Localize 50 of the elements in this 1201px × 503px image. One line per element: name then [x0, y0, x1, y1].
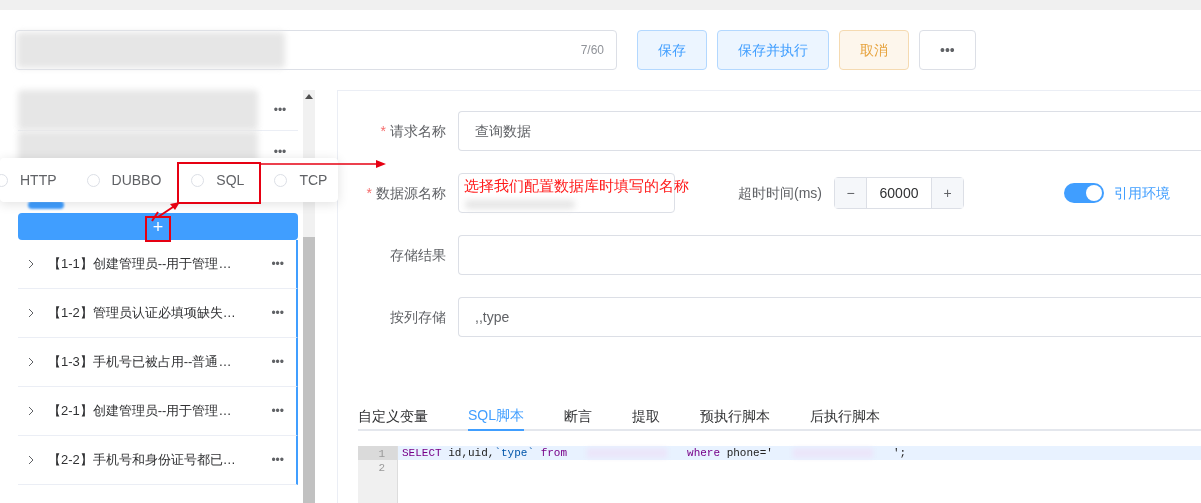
chevron-right-icon[interactable]: [28, 455, 34, 465]
field-label: 请求名称: [390, 122, 446, 141]
test-case-title[interactable]: 【1-2】管理员认证必填项缺失…: [48, 303, 236, 323]
required-asterisk: *: [366, 184, 372, 203]
more-button[interactable]: •••: [271, 305, 284, 321]
highlight-box: [145, 216, 171, 242]
more-button[interactable]: •••: [271, 403, 284, 419]
scroll-up-icon[interactable]: [305, 94, 313, 99]
tab[interactable]: 断言: [564, 400, 592, 431]
tab[interactable]: 提取: [632, 400, 660, 431]
field-label: 按列存储: [390, 308, 446, 327]
toolbar-button[interactable]: •••: [919, 30, 976, 70]
more-button[interactable]: •••: [262, 131, 298, 172]
chevron-right-icon[interactable]: [28, 308, 34, 318]
switch-label: 引用环境: [1114, 184, 1170, 203]
chevron-right-icon[interactable]: [28, 357, 34, 367]
code-line: SELECT id,uid,`type` from where phone=' ';: [402, 445, 907, 461]
test-case-title[interactable]: 【1-1】创建管理员--用于管理…: [48, 254, 232, 274]
line-number: 1: [358, 446, 397, 460]
code-editor[interactable]: 1 2 SELECT id,uid,`type` from where phone=' ';: [358, 446, 1201, 503]
text-field[interactable]: ,,type: [458, 297, 1201, 337]
chevron-right-icon[interactable]: [28, 406, 34, 416]
line-number: 2: [377, 461, 386, 474]
annotation-arrow: [151, 202, 180, 222]
name-field[interactable]: 7/60: [15, 30, 617, 70]
text-field[interactable]: [458, 235, 1201, 275]
field-label: 存储结果: [390, 246, 446, 265]
test-case-title[interactable]: 【2-2】手机号和身份证号都已…: [48, 450, 236, 470]
more-button[interactable]: •••: [271, 256, 284, 272]
tab[interactable]: 后执行脚本: [810, 400, 880, 431]
protocol-radio[interactable]: HTTP: [0, 170, 57, 190]
test-case-title[interactable]: 【2-1】创建管理员--用于管理…: [48, 401, 232, 421]
required-asterisk: *: [380, 122, 386, 141]
protocol-radio[interactable]: SQL: [191, 170, 245, 190]
protocol-radio[interactable]: TCP: [274, 170, 328, 190]
annotation-text: 选择我们配置数据库时填写的名称: [464, 177, 689, 195]
more-button[interactable]: •••: [271, 354, 284, 370]
field-label: 超时时间(ms): [738, 184, 822, 203]
tab[interactable]: 预执行脚本: [700, 400, 770, 431]
select-field[interactable]: [458, 173, 675, 213]
toggle-switch[interactable]: [1064, 183, 1104, 203]
protocol-radio[interactable]: DUBBO: [86, 170, 162, 190]
character-counter: 7/60: [580, 42, 604, 58]
text-field[interactable]: 查询数据: [458, 111, 1201, 151]
more-button[interactable]: •••: [271, 452, 284, 468]
test-case-title[interactable]: 【1-3】手机号已被占用--普通…: [48, 352, 232, 372]
more-button[interactable]: •••: [262, 90, 298, 130]
tab[interactable]: 自定义变量: [358, 400, 428, 431]
field-label: 数据源名称: [376, 184, 446, 203]
chevron-right-icon[interactable]: [28, 259, 34, 269]
